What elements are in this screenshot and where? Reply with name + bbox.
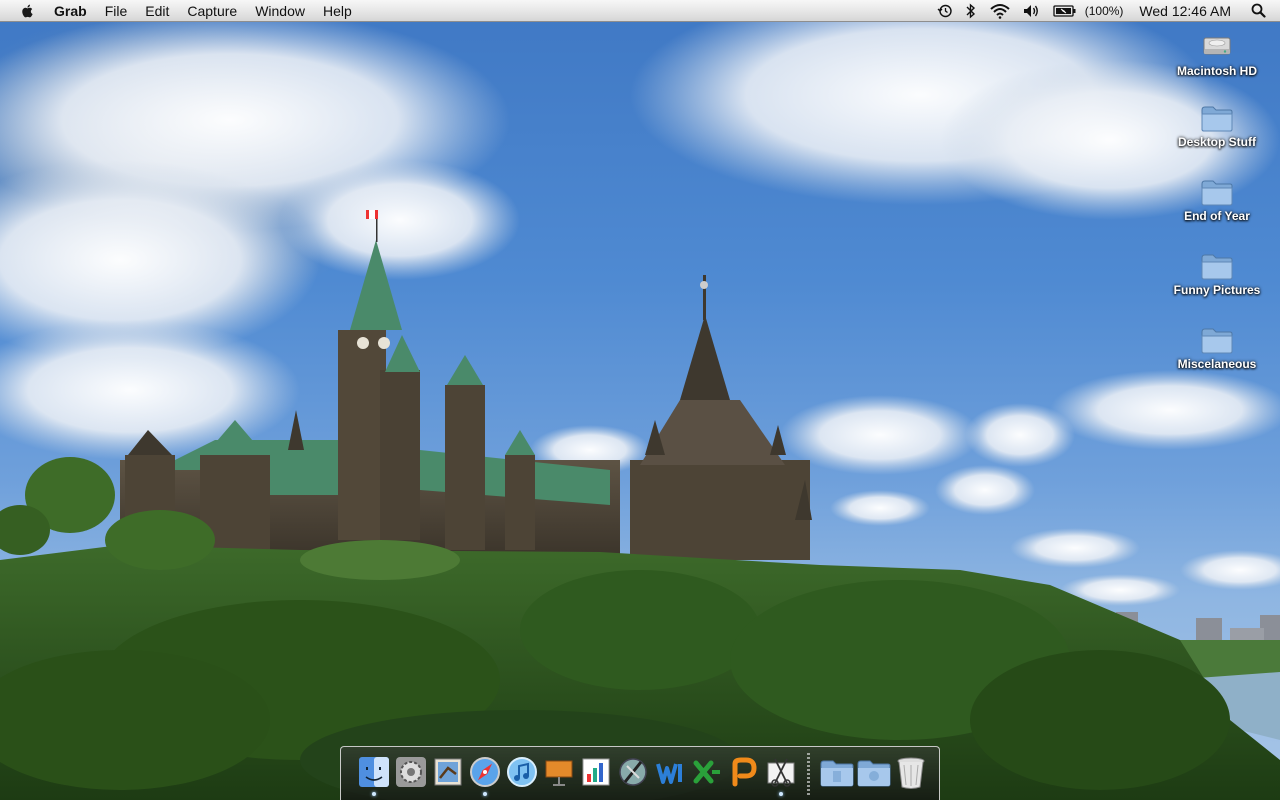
dock-item-numbers[interactable]: [577, 752, 614, 796]
script-editor-icon: [618, 757, 647, 786]
desktop-icon-miscelaneous[interactable]: Miscelaneous: [1162, 326, 1272, 371]
menu-clock[interactable]: Wed 12:46 AM: [1133, 3, 1245, 19]
battery-percent: (100%): [1084, 3, 1124, 18]
running-indicator: [482, 791, 487, 796]
library-of-parliament: [630, 275, 812, 560]
desktop-icon-label: Macintosh HD: [1176, 64, 1257, 78]
desktop-icon-funny-pictures[interactable]: Funny Pictures: [1162, 252, 1272, 297]
wallpaper-parliament-hill: [0, 0, 1280, 800]
itunes-icon: [506, 756, 537, 787]
desktop[interactable]: Macintosh HD Desktop Stuff End of Year F…: [0, 0, 1280, 800]
menu-window[interactable]: Window: [246, 0, 314, 22]
dock-separator: [807, 752, 810, 795]
dock-item-word[interactable]: [651, 752, 688, 796]
downloads-folder-icon: [857, 760, 890, 786]
battery-icon: [1053, 4, 1076, 17]
keynote-icon: [545, 760, 572, 786]
time-machine-icon: [937, 4, 952, 17]
grab-icon: [767, 758, 794, 787]
menu-help[interactable]: Help: [314, 0, 361, 22]
dock-item-excel[interactable]: [688, 752, 725, 796]
volume-icon: [1023, 4, 1038, 17]
dock-item-trash[interactable]: [892, 752, 929, 796]
numbers-icon: [582, 758, 609, 785]
desktop-icon-desktop-stuff[interactable]: Desktop Stuff: [1162, 104, 1272, 149]
trash-icon: [897, 757, 924, 789]
dock-item-safari[interactable]: [466, 752, 503, 796]
wifi-icon: [990, 3, 1010, 19]
spotlight-icon: [1251, 3, 1266, 18]
dock-item-powerpoint[interactable]: [725, 752, 762, 796]
menu-extra-spotlight[interactable]: [1245, 0, 1280, 22]
dock-item-finder[interactable]: [355, 752, 392, 796]
running-indicator: [371, 791, 376, 796]
menu-file[interactable]: File: [96, 0, 137, 22]
dock-stack-documents[interactable]: [818, 752, 855, 796]
dock-stack-downloads[interactable]: [855, 752, 892, 796]
desktop-icon-end-of-year[interactable]: End of Year: [1162, 178, 1272, 223]
dock-item-mail[interactable]: [429, 752, 466, 796]
safari-icon: [469, 756, 500, 787]
folder-icon: [1201, 106, 1233, 132]
system-preferences-icon: [395, 756, 426, 787]
menu-extra-wifi[interactable]: [983, 0, 1017, 22]
desktop-icon-label: Desktop Stuff: [1178, 135, 1256, 149]
folder-icon: [1201, 254, 1233, 280]
menu-extra-bluetooth[interactable]: [959, 0, 983, 22]
folder-icon: [1201, 180, 1233, 206]
word-icon: [655, 762, 682, 784]
mail-icon: [434, 758, 461, 785]
menu-extra-volume[interactable]: [1017, 0, 1047, 22]
desktop-icon-label: End of Year: [1184, 209, 1250, 223]
desktop-icon-label: Funny Pictures: [1173, 283, 1261, 297]
dock-item-itunes[interactable]: [503, 752, 540, 796]
menu-app-name[interactable]: Grab: [54, 0, 96, 22]
finder-icon: [358, 756, 389, 787]
dock: [340, 746, 940, 800]
excel-icon: [693, 760, 720, 783]
bluetooth-icon: [966, 2, 975, 19]
dock-item-grab[interactable]: [762, 752, 799, 796]
menu-edit[interactable]: Edit: [136, 0, 178, 22]
documents-folder-icon: [820, 760, 853, 786]
folder-icon: [1201, 328, 1233, 354]
menu-bar: Grab File Edit Capture Window Help (100%…: [0, 0, 1280, 22]
dock-item-script-editor[interactable]: [614, 752, 651, 796]
powerpoint-icon: [732, 757, 757, 786]
apple-icon[interactable]: [18, 3, 38, 19]
dock-item-keynote[interactable]: [540, 752, 577, 796]
running-indicator: [778, 791, 783, 796]
hard-drive-icon: [1203, 37, 1231, 55]
menu-extra-battery[interactable]: [1047, 0, 1083, 22]
desktop-icon-label: Miscelaneous: [1177, 357, 1257, 371]
desktop-icon-macintosh-hd[interactable]: Macintosh HD: [1162, 29, 1272, 78]
menu-capture[interactable]: Capture: [178, 0, 246, 22]
menu-extra-time-machine[interactable]: [931, 0, 959, 22]
menu-extras: (100%) Wed 12:46 AM: [931, 0, 1280, 22]
dock-item-system-preferences[interactable]: [392, 752, 429, 796]
